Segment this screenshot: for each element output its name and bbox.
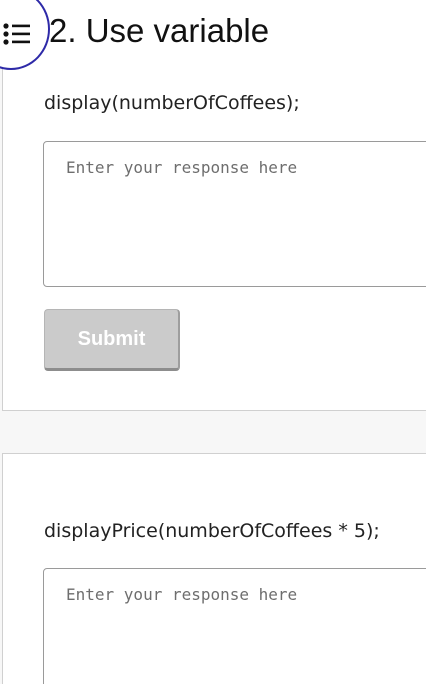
response-input[interactable] xyxy=(43,141,426,287)
submit-button[interactable]: Submit xyxy=(44,309,180,371)
response-input[interactable] xyxy=(43,568,426,684)
page: 2. Use variable display(numberOfCoffees)… xyxy=(0,0,426,684)
question-prompt: displayPrice(numberOfCoffees * 5); xyxy=(44,520,380,542)
question-card-1: 2. Use variable display(numberOfCoffees)… xyxy=(2,0,426,411)
list-icon xyxy=(3,23,30,45)
question-card-2: displayPrice(numberOfCoffees * 5); xyxy=(2,453,426,684)
question-prompt: display(numberOfCoffees); xyxy=(44,92,300,114)
section-title: 2. Use variable xyxy=(49,12,270,49)
